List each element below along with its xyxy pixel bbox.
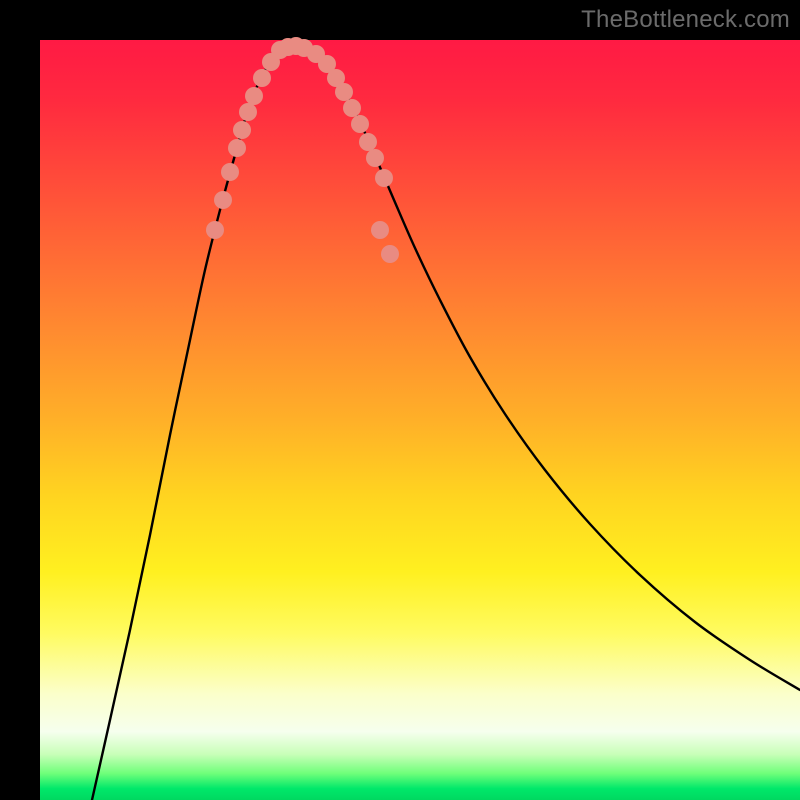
marker-dot — [228, 139, 246, 157]
chart-svg — [40, 40, 800, 800]
marker-dot — [343, 99, 361, 117]
bottleneck-curve — [92, 46, 800, 800]
marker-dot — [366, 149, 384, 167]
plot-area — [40, 40, 800, 800]
marker-group — [206, 37, 399, 263]
marker-dot — [351, 115, 369, 133]
watermark-text: TheBottleneck.com — [581, 6, 790, 34]
marker-dot — [221, 163, 239, 181]
marker-dot — [375, 169, 393, 187]
marker-dot — [239, 103, 257, 121]
marker-dot — [253, 69, 271, 87]
marker-dot — [233, 121, 251, 139]
marker-dot — [206, 221, 224, 239]
marker-dot — [359, 133, 377, 151]
marker-dot — [214, 191, 232, 209]
marker-dot — [335, 83, 353, 101]
marker-dot — [381, 245, 399, 263]
marker-dot — [245, 87, 263, 105]
chart-stage: TheBottleneck.com — [0, 0, 800, 800]
marker-dot — [371, 221, 389, 239]
